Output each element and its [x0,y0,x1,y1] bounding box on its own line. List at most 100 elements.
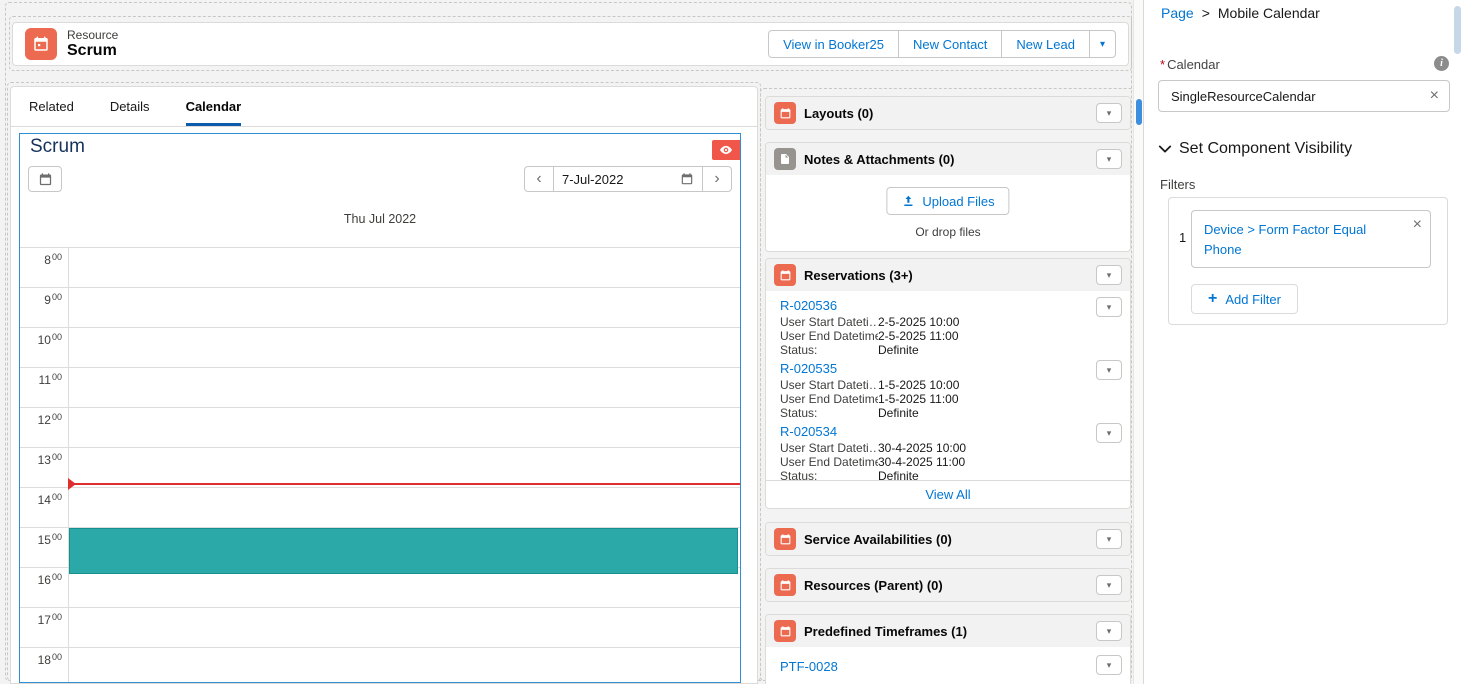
canvas-scrollbar-thumb[interactable] [1136,99,1142,125]
tab-calendar[interactable]: Calendar [186,87,242,126]
resources-parent-card: Resources (Parent) (0) ▾ [765,568,1131,602]
hour-label: 1200 [20,411,62,427]
entity-label: Resource [67,28,118,42]
reservation-link[interactable]: R-020536 [780,298,837,313]
required-asterisk: * [1160,57,1165,72]
timeframe-link[interactable]: PTF-0028 [780,659,838,674]
chevron-down-icon [1158,142,1172,156]
reservations-icon [774,264,796,286]
calendar-icon [38,172,53,187]
current-time-line [68,483,740,485]
breadcrumb-page-link[interactable]: Page [1161,5,1194,21]
plus-icon: + [1208,291,1217,307]
reservation-record: R-020535 ▾ User Start Dateti…:1-5-2025 1… [766,354,1130,417]
more-actions-button[interactable]: ▾ [1089,30,1116,58]
filters-label: Filters [1160,177,1195,192]
reservation-link[interactable]: R-020535 [780,361,837,376]
next-day-button[interactable]: › [702,166,732,192]
builder-canvas: Resource Scrum View in Booker25 New Cont… [0,0,1143,684]
calendar-field-input[interactable] [1169,88,1430,105]
remove-filter-button[interactable]: × [1413,217,1422,233]
resource-entity-icon [25,28,57,60]
record-header-text: Resource Scrum [67,28,118,60]
notes-attachments-card: Notes & Attachments (0) ▾ Upload Files O… [765,142,1131,252]
layouts-card: Layouts (0) ▾ [765,96,1131,130]
info-icon[interactable]: i [1434,56,1449,71]
field-value: 30-4-2025 10:00 [878,442,966,455]
calendar-view-button[interactable] [28,166,62,192]
clear-field-button[interactable]: × [1430,88,1439,104]
field-label: User Start Dateti…: [780,379,878,392]
hour-label: 800 [20,251,62,267]
visibility-filter-card[interactable]: Device > Form Factor Equal Phone × [1191,210,1431,268]
chevron-left-icon: ‹ [536,170,541,188]
new-lead-button[interactable]: New Lead [1001,30,1090,58]
field-label: User Start Dateti…: [780,442,878,455]
date-picker-field[interactable]: 7-Jul-2022 [553,166,703,192]
visibility-eye-button[interactable] [712,140,740,160]
tab-bar: Related Details Calendar [11,87,757,127]
hour-label: 1400 [20,491,62,507]
predefined-timeframes-icon [774,620,796,642]
calendar-toolbar: ‹ 7-Jul-2022 › [28,166,732,194]
tab-related[interactable]: Related [29,87,74,126]
visibility-heading: Set Component Visibility [1179,140,1352,158]
notes-title: Notes & Attachments (0) [804,152,954,167]
upload-files-button[interactable]: Upload Files [886,187,1009,215]
reservations-actions-button[interactable]: ▾ [1096,265,1122,285]
reservation-row-actions-button[interactable]: ▾ [1096,423,1122,443]
layouts-icon [774,102,796,124]
date-value: 7-Jul-2022 [562,172,623,187]
record-header-card: Resource Scrum View in Booker25 New Cont… [12,22,1129,66]
filter-number: 1 [1179,230,1186,245]
view-all-link[interactable]: View All [925,487,970,502]
notes-body: Upload Files Or drop files [766,175,1130,249]
current-time-marker [68,478,76,490]
tab-details[interactable]: Details [110,87,150,126]
reservation-record: R-020534 ▾ User Start Dateti…:30-4-2025 … [766,417,1130,480]
chevron-down-icon: ▾ [1107,428,1112,439]
resources-parent-title: Resources (Parent) (0) [804,578,943,593]
previous-day-button[interactable]: ‹ [524,166,554,192]
sidebar-scrollbar-thumb[interactable] [1454,6,1461,54]
reservation-row-actions-button[interactable]: ▾ [1096,360,1122,380]
notes-actions-button[interactable]: ▾ [1096,149,1122,169]
filters-group: 1 Device > Form Factor Equal Phone × + A… [1168,197,1448,325]
breadcrumb-current: Mobile Calendar [1218,5,1320,21]
day-grid[interactable]: 800 900 1000 1100 1200 1300 1400 1500 16… [20,247,740,682]
field-label: User End Datetime: [780,330,878,343]
notes-icon [774,148,796,170]
add-filter-button[interactable]: + Add Filter [1191,284,1298,314]
layouts-actions-button[interactable]: ▾ [1096,103,1122,123]
chevron-down-icon: ▾ [1107,534,1112,545]
record-tab-panel: Related Details Calendar Scrum ‹ 7-Ju [10,86,758,684]
field-value: 1-5-2025 11:00 [878,393,959,406]
hour-label: 1100 [20,371,62,387]
resources-parent-icon [774,574,796,596]
field-label: User End Datetime: [780,456,878,469]
calendar-event-block[interactable] [69,528,738,574]
hour-label: 1700 [20,611,62,627]
field-value: 1-5-2025 10:00 [878,379,959,392]
chevron-down-icon: ▾ [1107,302,1112,313]
set-component-visibility-section[interactable]: Set Component Visibility [1158,140,1352,158]
predefined-timeframes-actions-button[interactable]: ▾ [1096,621,1122,641]
reservation-link[interactable]: R-020534 [780,424,837,439]
chevron-down-icon: ▾ [1107,660,1112,671]
reservation-row-actions-button[interactable]: ▾ [1096,297,1122,317]
new-contact-button[interactable]: New Contact [898,30,1002,58]
view-in-booker25-button[interactable]: View in Booker25 [768,30,899,58]
add-filter-label: Add Filter [1225,292,1281,307]
hour-label: 1000 [20,331,62,347]
canvas-scrollbar-track[interactable] [1133,0,1143,684]
resource-calendar-component: Scrum ‹ 7-Jul-2022 › [19,133,741,683]
field-value: 30-4-2025 11:00 [878,456,965,469]
upload-icon [901,194,915,208]
service-availabilities-actions-button[interactable]: ▾ [1096,529,1122,549]
resources-parent-actions-button[interactable]: ▾ [1096,575,1122,595]
reservation-record: R-020536 ▾ User Start Dateti…:2-5-2025 1… [766,291,1130,354]
timeframe-row-actions-button[interactable]: ▾ [1096,655,1122,675]
filter-rule-text: Device > Form Factor Equal Phone [1204,220,1384,260]
status-value-link[interactable]: Definite [878,470,919,483]
chevron-right-icon: › [714,170,719,188]
